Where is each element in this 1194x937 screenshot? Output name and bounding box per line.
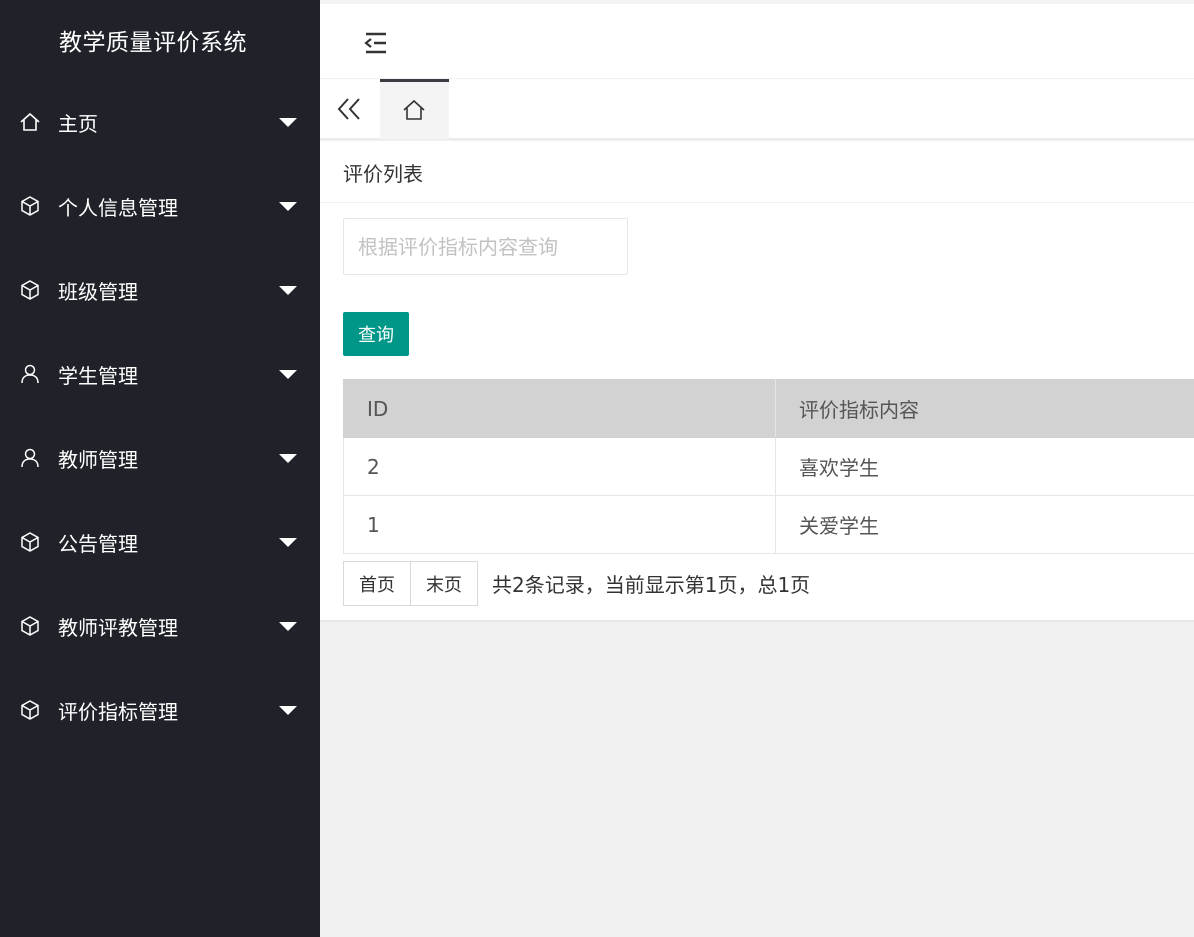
table-row[interactable]: 2 喜欢学生 (343, 437, 1194, 496)
caret-down-icon (279, 202, 297, 211)
double-chevron-left-icon[interactable] (334, 95, 366, 123)
caret-down-icon (279, 706, 297, 715)
sidebar-item-label: 评价指标管理 (58, 699, 178, 724)
tab-home[interactable] (380, 79, 449, 139)
cell-id: 2 (343, 437, 776, 496)
pagination: 首页 末页 共2条记录，当前显示第1页，总1页 (343, 561, 810, 606)
content-card: 评价列表 查询 ID 评价指标内容 2 喜欢学生 1 关爱学生 首页 末页 共2… (320, 141, 1194, 622)
caret-down-icon (279, 622, 297, 631)
cube-icon (21, 196, 39, 216)
tabs-bar (320, 79, 1194, 140)
cube-icon (21, 700, 39, 720)
caret-down-icon (279, 370, 297, 379)
sidebar: 教学质量评价系统 主页 个人信息管理 班级管理 学生管理 教师管理 公告管理 教… (0, 0, 320, 937)
menu-collapse-icon[interactable] (362, 30, 390, 56)
sidebar-item-label: 主页 (58, 111, 98, 136)
divider (320, 202, 1194, 203)
app-title: 教学质量评价系统 (59, 30, 247, 56)
evaluation-table: ID 评价指标内容 2 喜欢学生 1 关爱学生 (343, 379, 1194, 554)
cube-icon (21, 532, 39, 552)
cell-content: 关爱学生 (775, 495, 1194, 554)
sidebar-item-label: 班级管理 (58, 279, 138, 304)
top-header (320, 0, 1194, 79)
first-page-button[interactable]: 首页 (343, 561, 411, 606)
sidebar-item-personal-info[interactable]: 个人信息管理 (0, 164, 320, 248)
home-icon (20, 112, 40, 131)
caret-down-icon (279, 454, 297, 463)
sidebar-item-teacher[interactable]: 教师管理 (0, 416, 320, 500)
sidebar-item-class[interactable]: 班级管理 (0, 248, 320, 332)
cube-icon (21, 616, 39, 636)
caret-down-icon (279, 538, 297, 547)
pagination-info: 共2条记录，当前显示第1页，总1页 (492, 573, 811, 597)
cell-content: 喜欢学生 (775, 437, 1194, 496)
caret-down-icon (279, 286, 297, 295)
column-header-id: ID (343, 379, 776, 438)
cell-id: 1 (343, 495, 776, 554)
query-button[interactable]: 查询 (343, 312, 409, 356)
sidebar-item-student[interactable]: 学生管理 (0, 332, 320, 416)
sidebar-item-notice[interactable]: 公告管理 (0, 500, 320, 584)
table-row[interactable]: 1 关爱学生 (343, 495, 1194, 554)
sidebar-item-label: 学生管理 (58, 363, 138, 388)
caret-down-icon (279, 118, 297, 127)
user-icon (21, 364, 39, 384)
sidebar-item-evaluation-index[interactable]: 评价指标管理 (0, 668, 320, 752)
cube-icon (21, 280, 39, 300)
column-header-content: 评价指标内容 (775, 379, 1194, 438)
sidebar-item-teacher-evaluation[interactable]: 教师评教管理 (0, 584, 320, 668)
sidebar-item-label: 教师管理 (58, 447, 138, 472)
table-header-row: ID 评价指标内容 (343, 379, 1194, 438)
search-input[interactable] (343, 218, 628, 275)
user-icon (21, 448, 39, 468)
page-title: 评价列表 (343, 162, 423, 186)
last-page-button[interactable]: 末页 (410, 561, 478, 606)
sidebar-item-label: 公告管理 (58, 531, 138, 556)
sidebar-item-label: 教师评教管理 (58, 615, 178, 640)
sidebar-item-home[interactable]: 主页 (0, 80, 320, 164)
sidebar-item-label: 个人信息管理 (58, 195, 178, 220)
home-icon (403, 99, 425, 120)
